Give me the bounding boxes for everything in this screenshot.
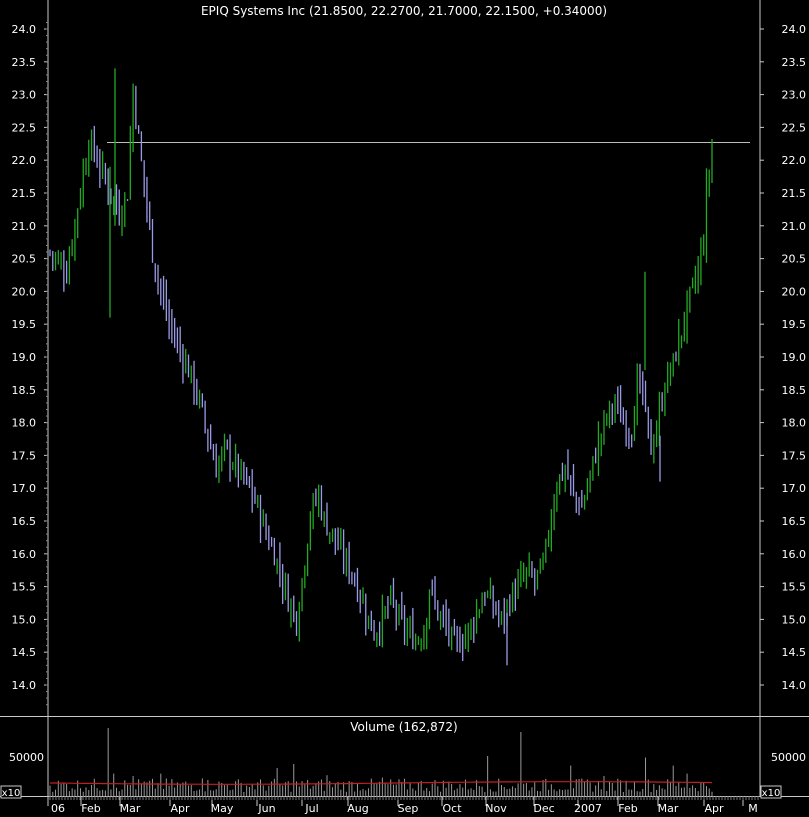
price-tick-right: 23.0: [782, 89, 807, 102]
price-tick-left: 23.5: [12, 56, 37, 69]
x-tick-label: Oct: [442, 802, 462, 815]
x-tick-label: Mar: [658, 802, 679, 815]
price-tick-right: 19.0: [782, 351, 807, 364]
stock-chart: EPIQ Systems Inc (21.8500, 22.2700, 21.7…: [0, 0, 809, 817]
price-tick-left: 16.5: [12, 515, 37, 528]
x-tick-label: Apr: [170, 802, 190, 815]
price-tick-right: 14.5: [782, 646, 807, 659]
price-tick-left: 15.0: [12, 613, 37, 626]
price-tick-left: 14.0: [12, 679, 37, 692]
price-tick-left: 24.0: [12, 23, 37, 36]
x-tick-label: Aug: [347, 802, 368, 815]
x-tick-label: Apr: [704, 802, 724, 815]
x-tick-label: Sep: [398, 802, 419, 815]
x-tick-label: 2007: [574, 802, 602, 815]
price-tick-right: 16.5: [782, 515, 807, 528]
x-tick-label: May: [211, 802, 234, 815]
multiplier-label-right: x10: [762, 788, 781, 799]
price-tick-left: 19.0: [12, 351, 37, 364]
x-tick-label: Feb: [618, 802, 637, 815]
price-tick-right: 17.5: [782, 449, 807, 462]
price-tick-right: 22.5: [782, 121, 807, 134]
price-tick-right: 19.5: [782, 318, 807, 331]
price-tick-left: 17.0: [12, 482, 37, 495]
price-tick-left: 18.0: [12, 417, 37, 430]
price-tick-right: 18.0: [782, 417, 807, 430]
price-tick-right: 14.0: [782, 679, 807, 692]
volume-y-axis-right: 50000: [771, 751, 806, 764]
price-tick-left: 20.5: [12, 253, 37, 266]
price-tick-left: 23.0: [12, 89, 37, 102]
x-tick-label: Dec: [533, 802, 554, 815]
volume-title: Volume (162,872): [350, 720, 457, 734]
price-tick-left: 22.5: [12, 121, 37, 134]
x-tick-label: Jul: [304, 802, 318, 815]
x-tick-label: Nov: [485, 802, 507, 815]
price-tick-right: 18.5: [782, 384, 807, 397]
price-tick-right: 21.5: [782, 187, 807, 200]
price-tick-right: 24.0: [782, 23, 807, 36]
price-tick-left: 15.5: [12, 581, 37, 594]
price-tick-right: 15.0: [782, 613, 807, 626]
price-tick-right: 16.0: [782, 548, 807, 561]
price-tick-left: 14.5: [12, 646, 37, 659]
price-tick-right: 17.0: [782, 482, 807, 495]
volume-tick-right: 50000: [771, 751, 806, 764]
x-tick-label: Feb: [81, 802, 100, 815]
x-tick-label: M: [748, 802, 758, 815]
price-tick-right: 23.5: [782, 56, 807, 69]
price-tick-left: 21.5: [12, 187, 37, 200]
price-tick-left: 21.0: [12, 220, 37, 233]
x-tick-label: Jun: [257, 802, 275, 815]
x-tick-label: 06: [51, 802, 65, 815]
price-tick-right: 15.5: [782, 581, 807, 594]
price-tick-left: 16.0: [12, 548, 37, 561]
price-tick-right: 20.0: [782, 285, 807, 298]
x-tick-label: Mar: [120, 802, 141, 815]
volume-y-axis-left: 50000: [9, 751, 44, 764]
price-tick-right: 20.5: [782, 253, 807, 266]
chart-title: EPIQ Systems Inc (21.8500, 22.2700, 21.7…: [201, 4, 607, 18]
price-tick-left: 22.0: [12, 154, 37, 167]
price-tick-right: 22.0: [782, 154, 807, 167]
price-tick-right: 21.0: [782, 220, 807, 233]
volume-tick-left: 50000: [9, 751, 44, 764]
price-tick-left: 17.5: [12, 449, 37, 462]
multiplier-label-left: x10: [2, 788, 21, 799]
price-tick-left: 19.5: [12, 318, 37, 331]
price-tick-left: 20.0: [12, 285, 37, 298]
price-tick-left: 18.5: [12, 384, 37, 397]
